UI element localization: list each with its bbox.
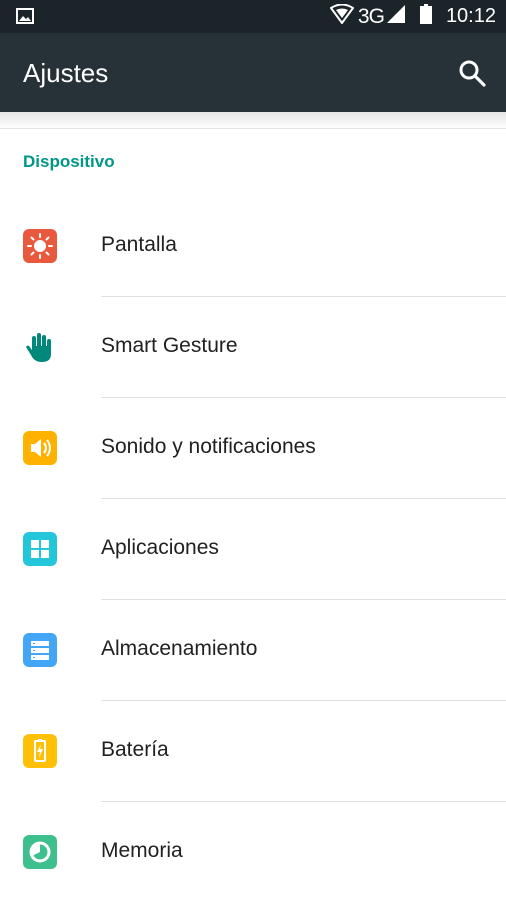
item-label: Sonido y notificaciones <box>101 435 316 458</box>
hand-gesture-icon <box>23 330 57 364</box>
speaker-icon <box>23 431 57 465</box>
page-title: Ajustes <box>23 58 109 88</box>
brightness-icon <box>23 229 57 263</box>
search-icon[interactable] <box>458 59 486 87</box>
apps-grid-icon <box>23 532 57 566</box>
item-label: Almacenamiento <box>101 637 258 660</box>
settings-item-aplicaciones[interactable]: Aplicaciones <box>0 499 506 600</box>
settings-item-pantalla[interactable]: Pantalla <box>0 196 506 297</box>
battery-status-icon <box>419 4 432 29</box>
signal-icon <box>386 4 406 29</box>
status-bar: 3G 10:12 <box>0 0 506 33</box>
item-label: Memoria <box>101 839 183 862</box>
network-type: 3G <box>357 4 385 28</box>
wifi-hotspot-icon <box>329 3 355 29</box>
item-label: Pantalla <box>101 233 177 256</box>
clock: 10:12 <box>445 5 496 27</box>
image-notification-icon <box>16 8 34 29</box>
settings-item-smart-gesture[interactable]: Smart Gesture <box>0 297 506 398</box>
memory-icon <box>23 835 57 869</box>
battery-icon <box>23 734 57 768</box>
storage-icon <box>23 633 57 667</box>
settings-item-memoria[interactable]: Memoria <box>0 802 506 903</box>
section-header: Dispositivo <box>23 152 115 171</box>
app-bar: Ajustes <box>0 33 506 112</box>
item-label: Batería <box>101 738 169 761</box>
item-label: Smart Gesture <box>101 334 238 357</box>
item-label: Aplicaciones <box>101 536 219 559</box>
settings-item-sonido[interactable]: Sonido y notificaciones <box>0 398 506 499</box>
appbar-shadow <box>0 112 506 129</box>
settings-item-almacenamiento[interactable]: Almacenamiento <box>0 600 506 701</box>
settings-item-bateria[interactable]: Batería <box>0 701 506 802</box>
